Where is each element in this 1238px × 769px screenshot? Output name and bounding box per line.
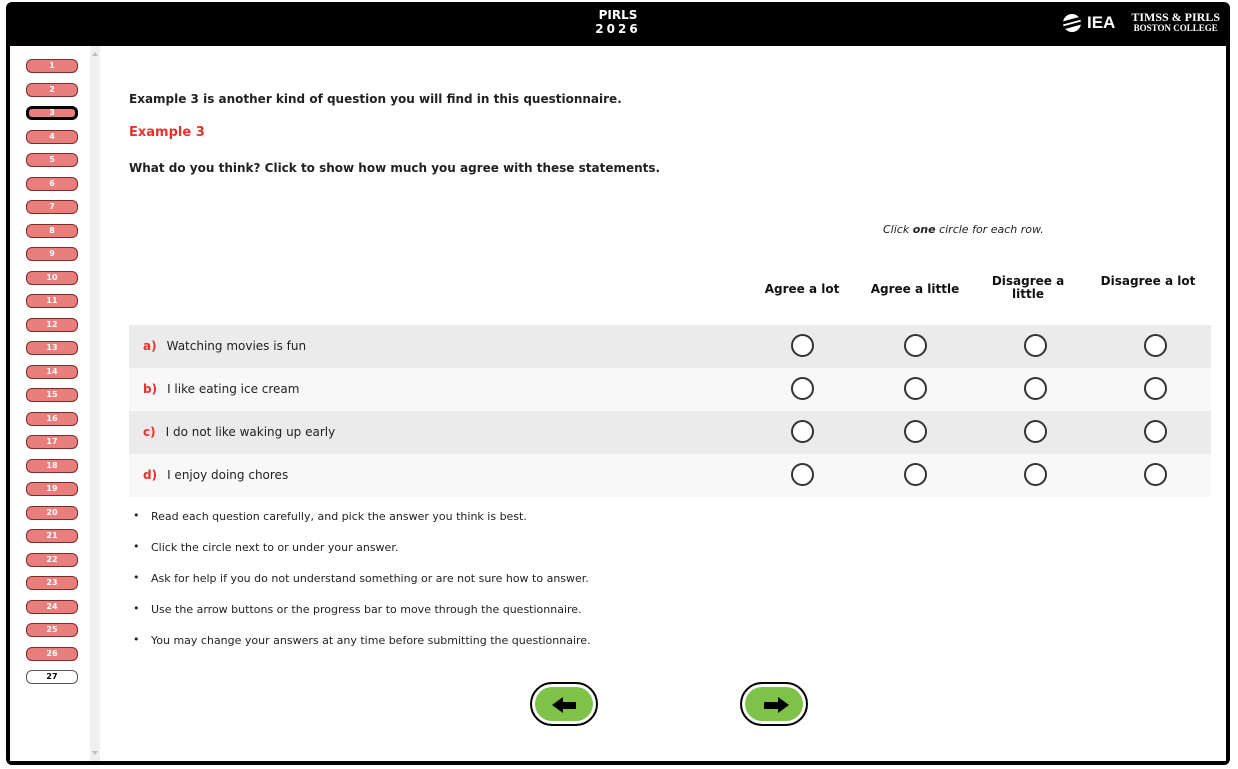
progress-item-25[interactable]: 25 [26, 623, 78, 637]
statement-text: Watching movies is fun [166, 339, 307, 353]
left-arrow-shaft [562, 702, 576, 709]
progress-item-20[interactable]: 20 [26, 505, 78, 520]
progress-item-23[interactable]: 23 [26, 576, 78, 590]
progress-item-26[interactable]: 26 [26, 646, 78, 661]
radio-option-1[interactable] [791, 377, 814, 400]
instruction-post: circle for each row. [935, 223, 1044, 236]
question-panel: Example 3 is another kind of question yo… [100, 46, 1226, 761]
tip-item: You may change your answers at any time … [133, 633, 591, 665]
progress-item-5[interactable]: 5 [26, 153, 78, 167]
progress-sidebar: 1 2 3 4 5 6 7 8 9 10 11 12 13 14 15 16 17 18 19 20 21 22 23 24 2… [10, 46, 90, 761]
instruction-text: Click one circle for each row. [883, 223, 1044, 236]
progress-item-13[interactable]: 13 [26, 341, 78, 355]
left-arrow-icon [552, 697, 563, 713]
scroll-down-icon[interactable] [92, 751, 98, 755]
radio-option-3[interactable] [1024, 334, 1047, 357]
sidebar-scrollbar[interactable] [90, 46, 100, 761]
progress-item-17[interactable]: 17 [26, 435, 78, 449]
statement-row: d) I enjoy doing chores [129, 454, 1211, 497]
radio-option-1[interactable] [791, 463, 814, 486]
app-window: PIRLS 2026 IEA TIMSS & PIRLS BOSTON COLL… [6, 2, 1230, 765]
statement-letter: b) [143, 382, 158, 396]
radio-option-1[interactable] [791, 334, 814, 357]
column-header-agree-a-little: Agree a little [870, 282, 960, 296]
example-label: Example 3 [129, 125, 205, 140]
tip-item: Ask for help if you do not understand so… [133, 571, 591, 603]
progress-item-11[interactable]: 11 [26, 294, 78, 308]
progress-item-14[interactable]: 14 [26, 364, 78, 379]
brand-title: PIRLS [598, 8, 638, 22]
statement-label: d) I enjoy doing chores [143, 468, 288, 482]
tips-list: Read each question carefully, and pick t… [133, 509, 591, 665]
progress-item-18[interactable]: 18 [26, 458, 78, 473]
instruction-bold: one [912, 223, 936, 236]
progress-item-16[interactable]: 16 [26, 411, 78, 426]
statement-row: b) I like eating ice cream [129, 368, 1211, 411]
timss-pirls-text: TIMSS & PIRLS [1131, 10, 1220, 24]
progress-item-2[interactable]: 2 [26, 82, 78, 97]
statement-letter: d) [143, 468, 158, 482]
column-header-disagree-a-little: Disagree a little [991, 274, 1065, 301]
progress-item-19[interactable]: 19 [26, 482, 78, 496]
radio-option-3[interactable] [1024, 463, 1047, 486]
progress-item-24[interactable]: 24 [26, 599, 78, 614]
progress-item-22[interactable]: 22 [26, 552, 78, 567]
progress-item-3[interactable]: 3 [26, 106, 78, 120]
statement-text: I enjoy doing chores [167, 468, 289, 482]
progress-item-12[interactable]: 12 [26, 317, 78, 332]
timss-pirls-logo: TIMSS & PIRLS BOSTON COLLEGE [1131, 10, 1220, 34]
statement-label: c) I do not like waking up early [143, 425, 335, 439]
radio-option-2[interactable] [904, 463, 927, 486]
statement-row: a) Watching movies is fun [129, 325, 1211, 368]
progress-item-7[interactable]: 7 [26, 200, 78, 214]
header-bar: PIRLS 2026 IEA TIMSS & PIRLS BOSTON COLL… [6, 2, 1230, 46]
statement-letter: c) [143, 425, 156, 439]
radio-option-4[interactable] [1144, 377, 1167, 400]
logos: IEA TIMSS & PIRLS BOSTON COLLEGE [1062, 10, 1220, 34]
progress-item-9[interactable]: 9 [26, 247, 78, 261]
progress-item-10[interactable]: 10 [26, 270, 78, 285]
iea-globe-icon [1062, 14, 1081, 32]
statement-letter: a) [143, 339, 157, 353]
statement-row: c) I do not like waking up early [129, 411, 1211, 454]
scroll-up-icon[interactable] [92, 52, 98, 56]
content-area: 1 2 3 4 5 6 7 8 9 10 11 12 13 14 15 16 17 18 19 20 21 22 23 24 2… [10, 46, 1226, 761]
progress-item-15[interactable]: 15 [26, 388, 78, 402]
statement-label: a) Watching movies is fun [143, 339, 306, 353]
radio-option-2[interactable] [904, 377, 927, 400]
progress-item-4[interactable]: 4 [26, 129, 78, 144]
tip-item: Read each question carefully, and pick t… [133, 509, 591, 541]
radio-option-1[interactable] [791, 420, 814, 443]
question-text: What do you think? Click to show how muc… [129, 161, 661, 175]
progress-item-27[interactable]: 27 [26, 670, 78, 684]
right-arrow-shaft [764, 702, 778, 709]
boston-college-text: BOSTON COLLEGE [1133, 23, 1218, 33]
progress-item-8[interactable]: 8 [26, 223, 78, 238]
previous-button[interactable] [530, 682, 598, 726]
instruction-pre: Click [883, 223, 913, 236]
tip-item: Use the arrow buttons or the progress ba… [133, 602, 591, 634]
right-arrow-icon [778, 697, 789, 713]
progress-item-6[interactable]: 6 [26, 176, 78, 191]
progress-item-21[interactable]: 21 [26, 529, 78, 543]
intro-text: Example 3 is another kind of question yo… [129, 92, 622, 106]
pirls-brand: PIRLS 2026 [6, 8, 1230, 36]
radio-option-2[interactable] [904, 420, 927, 443]
column-header-agree-a-lot: Agree a lot [764, 282, 840, 296]
progress-item-1[interactable]: 1 [26, 59, 78, 73]
radio-option-4[interactable] [1144, 463, 1167, 486]
statement-label: b) I like eating ice cream [143, 382, 299, 396]
radio-option-2[interactable] [904, 334, 927, 357]
statement-text: I like eating ice cream [167, 382, 300, 396]
radio-option-4[interactable] [1144, 334, 1167, 357]
radio-option-3[interactable] [1024, 420, 1047, 443]
iea-logo: IEA [1086, 13, 1116, 32]
brand-year: 2026 [595, 22, 641, 36]
radio-option-3[interactable] [1024, 377, 1047, 400]
tip-item: Click the circle next to or under your a… [133, 540, 591, 572]
column-header-disagree-a-lot: Disagree a lot [1100, 274, 1196, 288]
statement-text: I do not like waking up early [165, 425, 336, 439]
radio-option-4[interactable] [1144, 420, 1167, 443]
next-button[interactable] [740, 682, 808, 726]
